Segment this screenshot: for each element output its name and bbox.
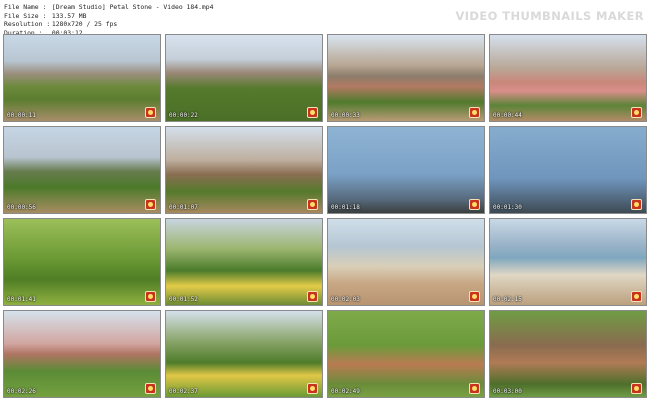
thumbnail[interactable]: 00:00:33 — [327, 34, 485, 122]
timestamp: 00:00:44 — [493, 112, 522, 119]
resolution-label: Resolution : — [4, 20, 51, 29]
studio-logo-icon — [307, 107, 318, 118]
file-name-row: File Name : [Dream Studio] Petal Stone -… — [4, 3, 213, 12]
timestamp: 00:01:52 — [169, 296, 198, 303]
studio-logo-icon — [631, 199, 642, 210]
timestamp: 00:02:03 — [331, 296, 360, 303]
timestamp: 00:00:22 — [169, 112, 198, 119]
timestamp: 00:02:26 — [7, 388, 36, 395]
timestamp: 00:00:33 — [331, 112, 360, 119]
studio-logo-icon — [145, 291, 156, 302]
thumbnail-image — [328, 127, 484, 213]
thumbnail[interactable]: 00:02:26 — [3, 310, 161, 398]
thumbnail[interactable]: 00:00:44 — [489, 34, 647, 122]
thumbnail[interactable]: 00:00:11 — [3, 34, 161, 122]
thumbnail-image — [490, 35, 646, 121]
thumbnail[interactable]: 00:01:30 — [489, 126, 647, 214]
file-name-value: [Dream Studio] Petal Stone - Video 184.m… — [51, 3, 214, 11]
timestamp: 00:02:15 — [493, 296, 522, 303]
watermark: VIDEO THUMBNAILS MAKER — [455, 9, 644, 23]
timestamp: 00:02:49 — [331, 388, 360, 395]
thumbnail[interactable]: 00:01:07 — [165, 126, 323, 214]
thumbnail-image — [4, 219, 160, 305]
resolution-row: Resolution : 1280x720 / 25 fps — [4, 20, 213, 29]
thumbnail[interactable]: 00:02:37 — [165, 310, 323, 398]
thumbnail-image — [4, 127, 160, 213]
studio-logo-icon — [145, 383, 156, 394]
studio-logo-icon — [469, 107, 480, 118]
thumbnail[interactable]: 00:02:03 — [327, 218, 485, 306]
thumbnail[interactable]: 00:01:41 — [3, 218, 161, 306]
studio-logo-icon — [307, 383, 318, 394]
file-size-value: 133.57 MB — [51, 11, 87, 20]
thumbnail-image — [4, 311, 160, 397]
resolution-value: 1280x720 / 25 fps — [51, 20, 118, 29]
file-size-row: File Size : 133.57 MB — [4, 12, 213, 21]
thumbnail[interactable]: 00:01:52 — [165, 218, 323, 306]
studio-logo-icon — [631, 291, 642, 302]
studio-logo-icon — [307, 291, 318, 302]
thumbnail-image — [166, 311, 322, 397]
thumbnail-image — [328, 35, 484, 121]
studio-logo-icon — [145, 107, 156, 118]
timestamp: 00:01:18 — [331, 204, 360, 211]
thumbnail-image — [166, 127, 322, 213]
thumbnail[interactable]: 00:03:00 — [489, 310, 647, 398]
thumbnail-image — [166, 219, 322, 305]
thumbnail[interactable]: 00:00:56 — [3, 126, 161, 214]
thumbnail-image — [328, 311, 484, 397]
timestamp: 00:01:30 — [493, 204, 522, 211]
file-name-label: File Name : — [4, 3, 47, 11]
timestamp: 00:01:41 — [7, 296, 36, 303]
studio-logo-icon — [469, 199, 480, 210]
thumbnail[interactable]: 00:02:49 — [327, 310, 485, 398]
file-size-label: File Size : — [4, 11, 47, 20]
thumbnail[interactable]: 00:01:18 — [327, 126, 485, 214]
thumbnail[interactable]: 00:02:15 — [489, 218, 647, 306]
studio-logo-icon — [469, 383, 480, 394]
timestamp: 00:03:00 — [493, 388, 522, 395]
studio-logo-icon — [631, 107, 642, 118]
studio-logo-icon — [631, 383, 642, 394]
studio-logo-icon — [307, 199, 318, 210]
timestamp: 00:00:56 — [7, 204, 36, 211]
timestamp: 00:02:37 — [169, 388, 198, 395]
thumbnail[interactable]: 00:00:22 — [165, 34, 323, 122]
studio-logo-icon — [145, 199, 156, 210]
thumbnail-image — [490, 311, 646, 397]
timestamp: 00:00:11 — [7, 112, 36, 119]
thumbnail-image — [166, 35, 322, 121]
thumbnail-image — [4, 35, 160, 121]
file-info: File Name : [Dream Studio] Petal Stone -… — [4, 3, 213, 37]
timestamp: 00:01:07 — [169, 204, 198, 211]
thumbnail-grid: 00:00:11 00:00:22 00:00:33 00:00:44 00:0… — [3, 34, 647, 398]
thumbnail-image — [490, 127, 646, 213]
thumbnail-image — [490, 219, 646, 305]
studio-logo-icon — [469, 291, 480, 302]
thumbnail-image — [328, 219, 484, 305]
